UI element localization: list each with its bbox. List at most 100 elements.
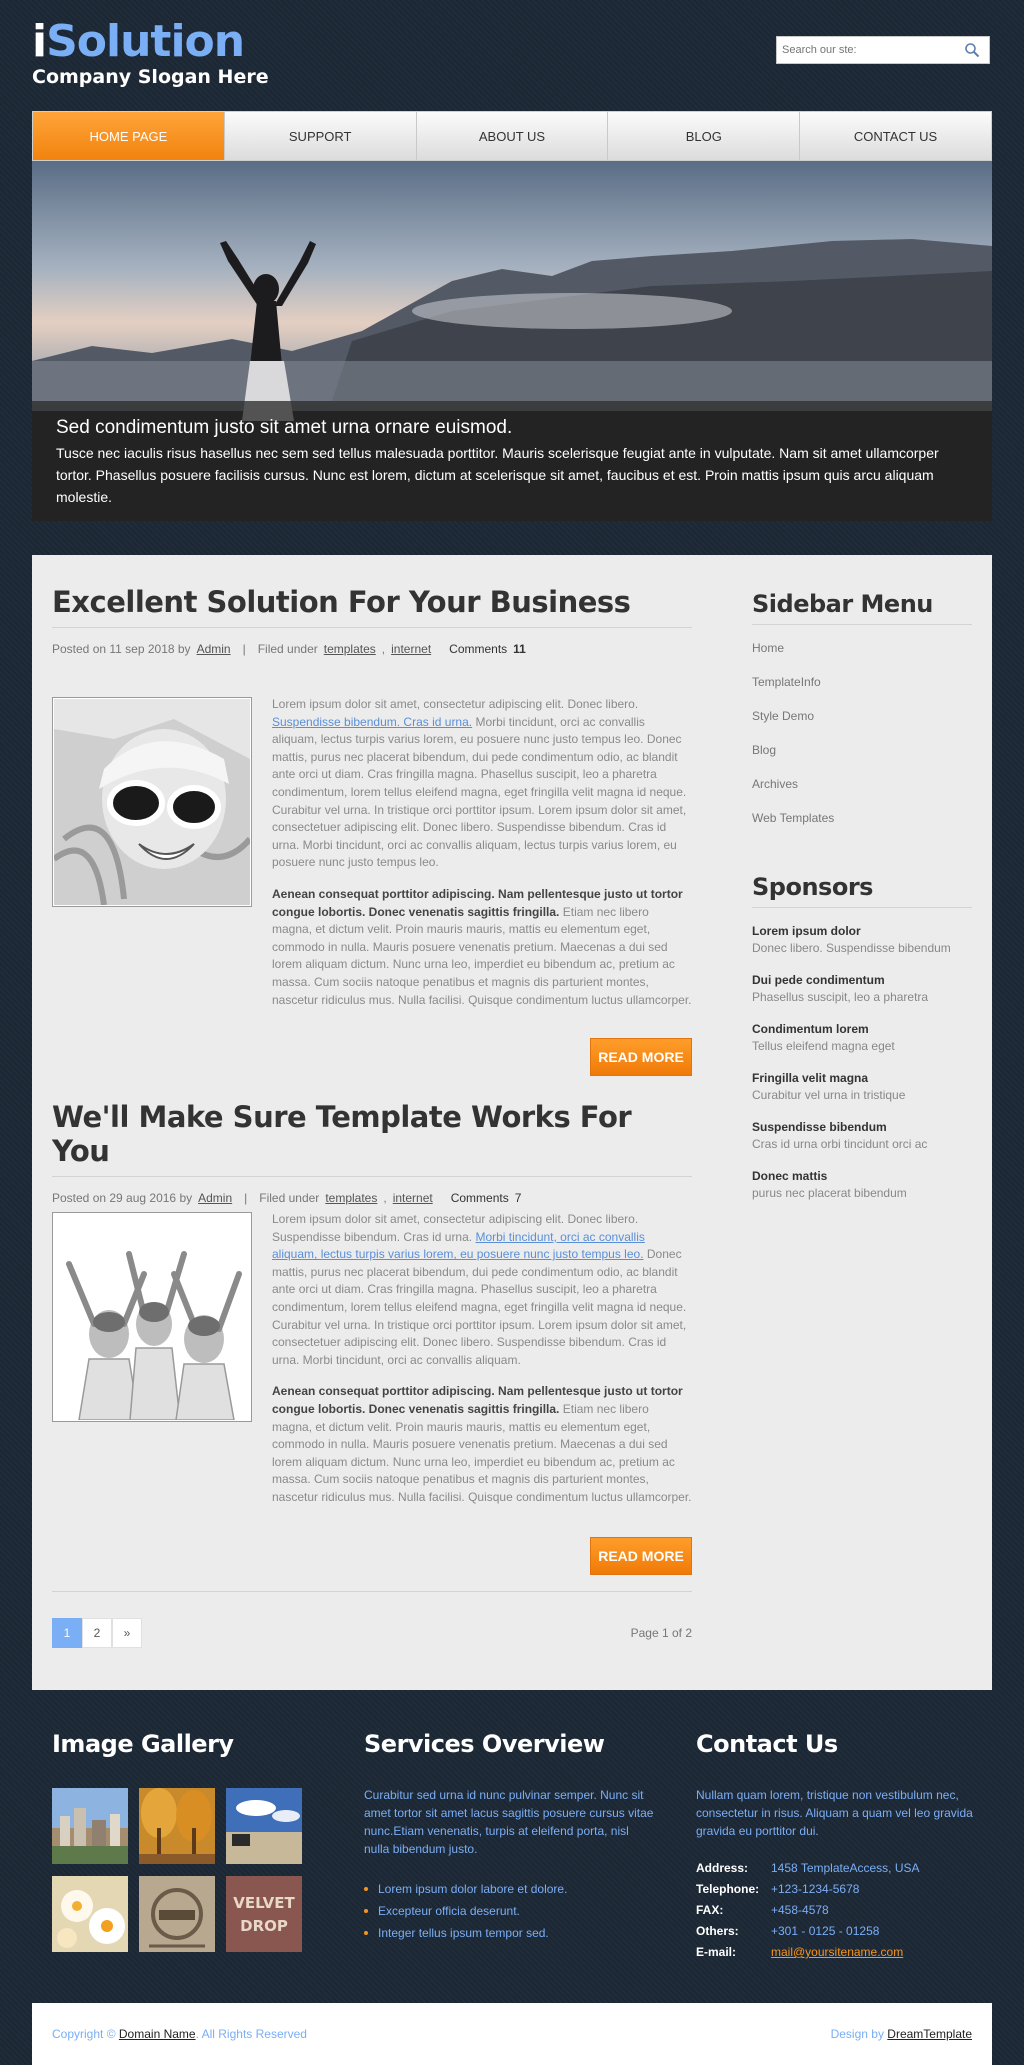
paragraph-text: Morbi tincidunt, orci ac convallis aliqu… (272, 714, 687, 870)
post-thumbnail-image[interactable] (52, 697, 252, 907)
contact-label: FAX: (696, 1903, 724, 1917)
sidebar-item-templateinfo[interactable]: TemplateInfo (752, 672, 972, 706)
page-2-button[interactable]: 2 (82, 1618, 112, 1648)
category-link-templates[interactable]: templates (325, 1191, 377, 1205)
nav-home-page[interactable]: HOME PAGE (33, 112, 225, 160)
sponsor-item[interactable]: Dui pede condimentum Phasellus suscipit, … (752, 972, 972, 1006)
sponsor-item[interactable]: Suspendisse bibendum Cras id urna orbi ti… (752, 1119, 972, 1153)
services-text: Curabitur sed urna id nunc pulvinar semp… (364, 1788, 654, 1856)
contact-value: +301 - 0125 - 01258 (771, 1924, 880, 1938)
main-nav: HOME PAGE SUPPORT ABOUT US BLOG CONTACT … (32, 111, 992, 161)
contact-text: Nullam quam lorem, tristique non vestibu… (696, 1788, 973, 1838)
gallery-image-flowers[interactable] (52, 1876, 128, 1952)
gallery-image-velvet-drop[interactable]: VELVET DROP (226, 1876, 302, 1952)
sponsors-section: Sponsors Lorem ipsum dolor Donec libero. … (752, 873, 972, 1202)
sidebar-item-web-templates[interactable]: Web Templates (752, 808, 972, 842)
sponsor-name: Condimentum lorem (752, 1022, 869, 1036)
logo[interactable]: iSolution Company Slogan Here (32, 18, 269, 89)
read-more-button[interactable]: READ MORE (590, 1537, 692, 1575)
sponsor-item[interactable]: Lorem ipsum dolor Donec libero. Suspendis… (752, 923, 972, 957)
post-title[interactable]: Excellent Solution For Your Business (52, 585, 692, 628)
sponsor-desc: purus nec placerat bibendum (752, 1186, 907, 1200)
filed-under-label: Filed under (259, 1191, 320, 1205)
nav-support[interactable]: SUPPORT (225, 112, 417, 160)
nav-blog[interactable]: BLOG (608, 112, 801, 160)
footer-services: Services Overview Curabitur sed urna id … (364, 1730, 654, 1944)
contact-label: Address: (696, 1861, 749, 1875)
category-link-internet[interactable]: internet (393, 1191, 433, 1205)
meta-separator: | (244, 1191, 248, 1205)
contact-value: +123-1234-5678 (771, 1882, 860, 1896)
gallery-image-road-car[interactable] (226, 1788, 302, 1864)
gallery-image-autumn-trees[interactable] (139, 1788, 215, 1864)
design-prefix: Design by (830, 2027, 884, 2041)
domain-link[interactable]: Domain Name (119, 2027, 196, 2041)
contact-email: E-mail: mail@yoursitename.com (696, 1942, 976, 1963)
services-list-item[interactable]: Excepteur officia deserunt. (364, 1900, 654, 1922)
comments-count[interactable]: Comments 11 (449, 642, 526, 656)
contact-title: Contact Us (696, 1730, 838, 1758)
contact-value: +458-4578 (771, 1903, 829, 1917)
read-more-button[interactable]: READ MORE (590, 1038, 692, 1076)
copyright-suffix: . All Rights Reserved (195, 2027, 307, 2041)
post-thumbnail-image[interactable] (52, 1212, 252, 1422)
sidebar-item-blog[interactable]: Blog (752, 740, 972, 774)
sponsor-desc: Donec libero. Suspendisse bibendum (752, 941, 951, 955)
bullet-icon (364, 1887, 368, 1891)
next-page-button[interactable]: » (112, 1618, 142, 1648)
gallery-image-vintage-stamp[interactable] (139, 1876, 215, 1952)
bottom-bar: Copyright © Domain Name. All Rights Rese… (32, 2003, 992, 2065)
sponsor-item[interactable]: Fringilla velit magna Curabitur vel urna … (752, 1070, 972, 1104)
sidebar-menu: Home TemplateInfo Style Demo Blog Archiv… (752, 638, 972, 842)
page-1-button[interactable]: 1 (52, 1618, 82, 1648)
services-list-item[interactable]: Integer tellus ipsum tempor sed. (364, 1922, 654, 1944)
nav-about-us[interactable]: ABOUT US (417, 112, 609, 160)
post-date: Posted on 29 aug 2016 by (52, 1191, 193, 1205)
design-credit: Design by DreamTemplate (831, 2027, 972, 2041)
logo-word: Solution (46, 16, 245, 67)
post-meta: Posted on 11 sep 2018 by Admin | Filed u… (52, 642, 526, 656)
svg-text:VELVET: VELVET (233, 1894, 295, 1912)
email-link[interactable]: mail@yoursitename.com (771, 1942, 903, 1963)
hero-banner: Sed condimentum justo sit amet urna orna… (32, 161, 992, 521)
paragraph-text: Etiam nec libero magna, et dictum velit.… (272, 904, 692, 1007)
category-link-templates[interactable]: templates (324, 642, 376, 656)
sidebar-item-archives[interactable]: Archives (752, 774, 972, 808)
sponsors-title: Sponsors (752, 873, 972, 908)
post-paragraph: Aenean consequat porttitor adipiscing. N… (272, 886, 692, 1009)
sponsor-item[interactable]: Donec mattis purus nec placerat bibendum (752, 1168, 972, 1202)
hero-title: Sed condimentum justo sit amet urna orna… (56, 417, 513, 438)
sidebar: Sidebar Menu Home TemplateInfo Style Dem… (752, 590, 972, 1202)
search-icon[interactable] (957, 37, 987, 63)
inline-link[interactable]: Suspendisse bibendum. Cras id urna. (272, 715, 472, 729)
nav-contact-us[interactable]: CONTACT US (800, 112, 991, 160)
designer-link[interactable]: DreamTemplate (887, 2027, 972, 2041)
search-input[interactable] (777, 38, 957, 62)
category-link-internet[interactable]: internet (391, 642, 431, 656)
services-list-item[interactable]: Lorem ipsum dolor labore et dolore. (364, 1878, 654, 1900)
sidebar-item-home[interactable]: Home (752, 638, 972, 672)
hero-text: Tusce nec iaculis risus hasellus nec sem… (56, 445, 939, 505)
post-author-link[interactable]: Admin (197, 642, 231, 656)
sponsor-item[interactable]: Condimentum lorem Tellus eleifend magna e… (752, 1021, 972, 1055)
gallery-grid: VELVET DROP (52, 1788, 312, 1952)
post-body: Lorem ipsum dolor sit amet, consectetur … (272, 1211, 692, 1521)
sidebar-item-style-demo[interactable]: Style Demo (752, 706, 972, 740)
sponsor-desc: Cras id urna orbi tincidunt orci ac (752, 1137, 928, 1151)
comments-count[interactable]: Comments 7 (451, 1191, 522, 1205)
post-author-link[interactable]: Admin (198, 1191, 232, 1205)
post-title[interactable]: We'll Make Sure Template Works For You (52, 1100, 692, 1177)
content-area: Excellent Solution For Your Business Pos… (32, 555, 992, 1690)
services-list: Lorem ipsum dolor labore et dolore. Exce… (364, 1878, 654, 1944)
sponsor-name: Donec mattis (752, 1169, 828, 1183)
services-title: Services Overview (364, 1730, 605, 1758)
paragraph-text: Lorem ipsum dolor sit amet, consectetur … (272, 697, 639, 711)
contact-address: Address: 1458 TemplateAccess, USA (696, 1858, 976, 1879)
sponsor-desc: Curabitur vel urna in tristique (752, 1088, 906, 1102)
contact-fax: FAX: +458-4578 (696, 1900, 976, 1921)
contact-telephone: Telephone: +123-1234-5678 (696, 1879, 976, 1900)
gallery-title: Image Gallery (52, 1730, 234, 1758)
gallery-image-city[interactable] (52, 1788, 128, 1864)
logo-title: iSolution (32, 18, 269, 66)
logo-first-letter: i (32, 16, 47, 67)
